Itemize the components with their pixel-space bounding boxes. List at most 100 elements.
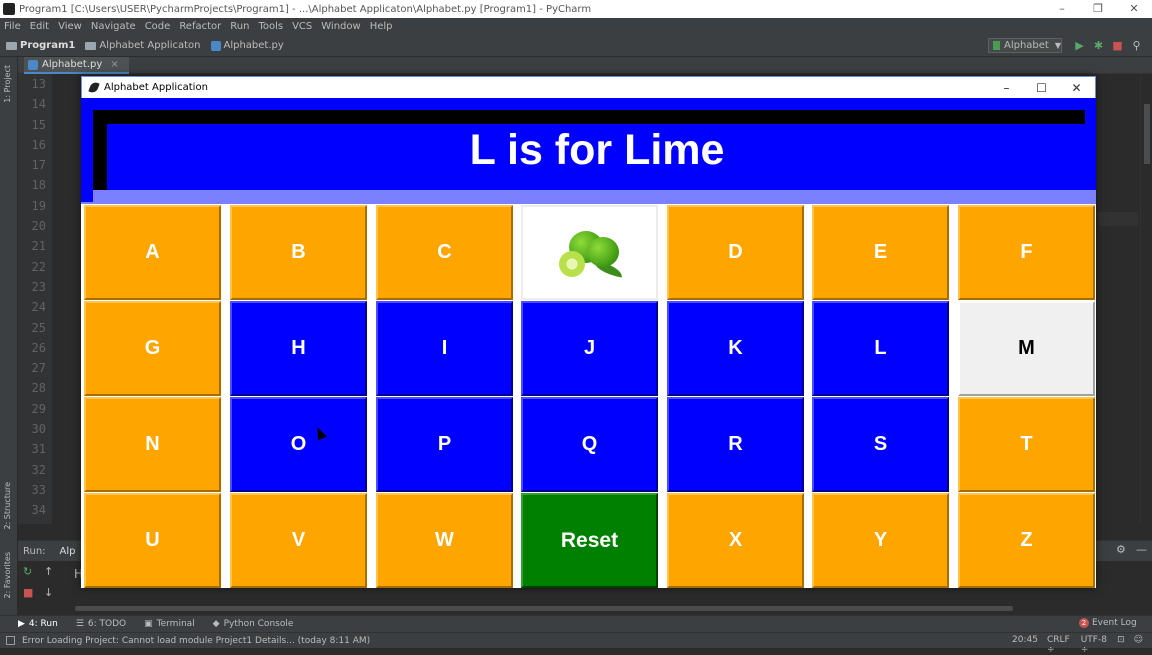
- minimize-button[interactable]: –: [1044, 0, 1080, 18]
- tab-run[interactable]: ▶ 4: Run: [18, 619, 58, 629]
- letter-button-f[interactable]: F: [958, 205, 1095, 300]
- up-arrow-icon[interactable]: ↑: [44, 565, 53, 578]
- app-titlebar: Alphabet Application – ☐ ✕: [81, 76, 1096, 98]
- down-arrow-icon[interactable]: ↓: [44, 586, 53, 599]
- line-number: 21: [31, 239, 46, 254]
- letter-button-u[interactable]: U: [84, 493, 221, 588]
- python-console-icon: ◆: [212, 619, 220, 629]
- breadcrumb-folder[interactable]: Alphabet Applicaton: [85, 40, 201, 51]
- letter-button-h[interactable]: H: [230, 301, 367, 396]
- menu-navigate[interactable]: Navigate: [91, 21, 136, 32]
- tab-alphabet-py[interactable]: Alphabet.py ×: [24, 57, 129, 74]
- stop-icon[interactable]: ■: [1108, 38, 1127, 53]
- debug-icon[interactable]: ✱: [1089, 38, 1108, 53]
- menu-help[interactable]: Help: [370, 21, 393, 32]
- line-number: 22: [31, 259, 46, 274]
- line-number: 20: [31, 219, 46, 234]
- menu-window[interactable]: Window: [321, 21, 360, 32]
- close-tab-icon[interactable]: ×: [110, 59, 118, 70]
- python-config-icon: [993, 41, 1000, 50]
- menu-refactor[interactable]: Refactor: [179, 21, 221, 32]
- stop-icon[interactable]: ■: [23, 586, 33, 599]
- pycharm-icon: [3, 3, 15, 15]
- app-minimize-button[interactable]: –: [989, 77, 1024, 99]
- line-number: 18: [31, 178, 46, 193]
- status-message[interactable]: Error Loading Project: Cannot load modul…: [22, 636, 370, 646]
- caret-position[interactable]: 20:45: [1012, 635, 1038, 655]
- favorites-tool-label[interactable]: 2: Favorites: [3, 552, 12, 598]
- letter-button-m[interactable]: M: [958, 301, 1095, 396]
- editor-tab-bar: Alphabet.py ×: [18, 57, 1152, 74]
- tab-python-console[interactable]: ◆ Python Console: [213, 619, 294, 629]
- letter-button-s[interactable]: S: [812, 397, 949, 492]
- letter-button-c[interactable]: C: [376, 205, 513, 300]
- event-log-button[interactable]: 2 Event Log: [1079, 618, 1137, 628]
- app-maximize-button[interactable]: ☐: [1024, 77, 1059, 99]
- run-configuration-select[interactable]: Alphabet ▼: [988, 38, 1062, 53]
- menu-code[interactable]: Code: [145, 21, 171, 32]
- menu-tools[interactable]: Tools: [258, 21, 283, 32]
- banner-highlight: [93, 190, 1096, 204]
- app-close-button[interactable]: ✕: [1059, 77, 1094, 99]
- line-number: 34: [31, 503, 46, 518]
- letter-button-d[interactable]: D: [667, 205, 804, 300]
- menu-edit[interactable]: Edit: [30, 21, 49, 32]
- breadcrumb-file[interactable]: Alphabet.py: [210, 40, 284, 51]
- run-icon[interactable]: ▶: [1070, 38, 1089, 53]
- file-encoding[interactable]: UTF-8 ÷: [1081, 635, 1108, 655]
- search-icon[interactable]: ⚲: [1127, 38, 1146, 53]
- menu-run[interactable]: Run: [230, 21, 249, 32]
- letter-button-l[interactable]: L: [812, 301, 949, 396]
- letter-button-t[interactable]: T: [958, 397, 1095, 492]
- rerun-icon[interactable]: ↻: [23, 565, 32, 578]
- letter-button-o[interactable]: O: [230, 397, 367, 492]
- close-button[interactable]: ✕: [1116, 0, 1152, 18]
- letter-button-a[interactable]: A: [84, 205, 221, 300]
- tab-terminal[interactable]: ▣ Terminal: [144, 619, 195, 629]
- letter-button-w[interactable]: W: [376, 493, 513, 588]
- tab-todo[interactable]: ☰ 6: TODO: [76, 619, 126, 629]
- letter-button-v[interactable]: V: [230, 493, 367, 588]
- letter-button-i[interactable]: I: [376, 301, 513, 396]
- tool-windows-icon[interactable]: [6, 636, 15, 645]
- menu-vcs[interactable]: VCS: [292, 21, 312, 32]
- letter-button-q[interactable]: Q: [521, 397, 658, 492]
- line-number: 15: [31, 117, 46, 132]
- letter-button-b[interactable]: B: [230, 205, 367, 300]
- folder-icon: [85, 41, 97, 50]
- letter-button-g[interactable]: G: [84, 301, 221, 396]
- lock-icon[interactable]: ⊡: [1117, 635, 1125, 655]
- editor-scrollbar[interactable]: [1140, 74, 1152, 524]
- scroll-thumb[interactable]: [1144, 104, 1150, 164]
- tab-label: Terminal: [156, 619, 195, 629]
- letter-button-x[interactable]: X: [667, 493, 804, 588]
- ide-titlebar: Program1 [C:\Users\USER\PycharmProjects\…: [0, 0, 1152, 18]
- ide-window-title: Program1 [C:\Users\USER\PycharmProjects\…: [19, 3, 592, 15]
- structure-tool-label[interactable]: 2: Structure: [3, 482, 12, 530]
- menu-view[interactable]: View: [58, 21, 82, 32]
- hide-panel-icon[interactable]: —: [1136, 543, 1147, 556]
- horizontal-scrollbar[interactable]: [75, 606, 1013, 611]
- lime-image-tile[interactable]: [521, 205, 658, 300]
- letter-button-y[interactable]: Y: [812, 493, 949, 588]
- letter-button-r[interactable]: R: [667, 397, 804, 492]
- letter-button-j[interactable]: J: [521, 301, 658, 396]
- breadcrumb-project[interactable]: Program1: [6, 40, 75, 51]
- restore-button[interactable]: ❐: [1080, 0, 1116, 18]
- run-toolbar: ↻ ↑ ■ ↓: [18, 561, 64, 616]
- letter-button-n[interactable]: N: [84, 397, 221, 492]
- gear-icon[interactable]: ⚙: [1116, 543, 1126, 556]
- letter-button-k[interactable]: K: [667, 301, 804, 396]
- letter-button-e[interactable]: E: [812, 205, 949, 300]
- letter-button-z[interactable]: Z: [958, 493, 1095, 588]
- inspector-icon[interactable]: ☺: [1134, 635, 1143, 655]
- reset-button[interactable]: Reset: [521, 493, 658, 588]
- line-separator[interactable]: CRLF ÷: [1047, 635, 1072, 655]
- letter-button-p[interactable]: P: [376, 397, 513, 492]
- left-tool-strip: 1: Project 2: Structure 2: Favorites: [0, 57, 18, 617]
- python-file-icon: [28, 59, 38, 70]
- line-number: 25: [31, 320, 46, 335]
- run-config-tab[interactable]: Alp: [60, 546, 76, 557]
- project-tool-label[interactable]: 1: Project: [3, 65, 12, 103]
- menu-file[interactable]: File: [4, 21, 21, 32]
